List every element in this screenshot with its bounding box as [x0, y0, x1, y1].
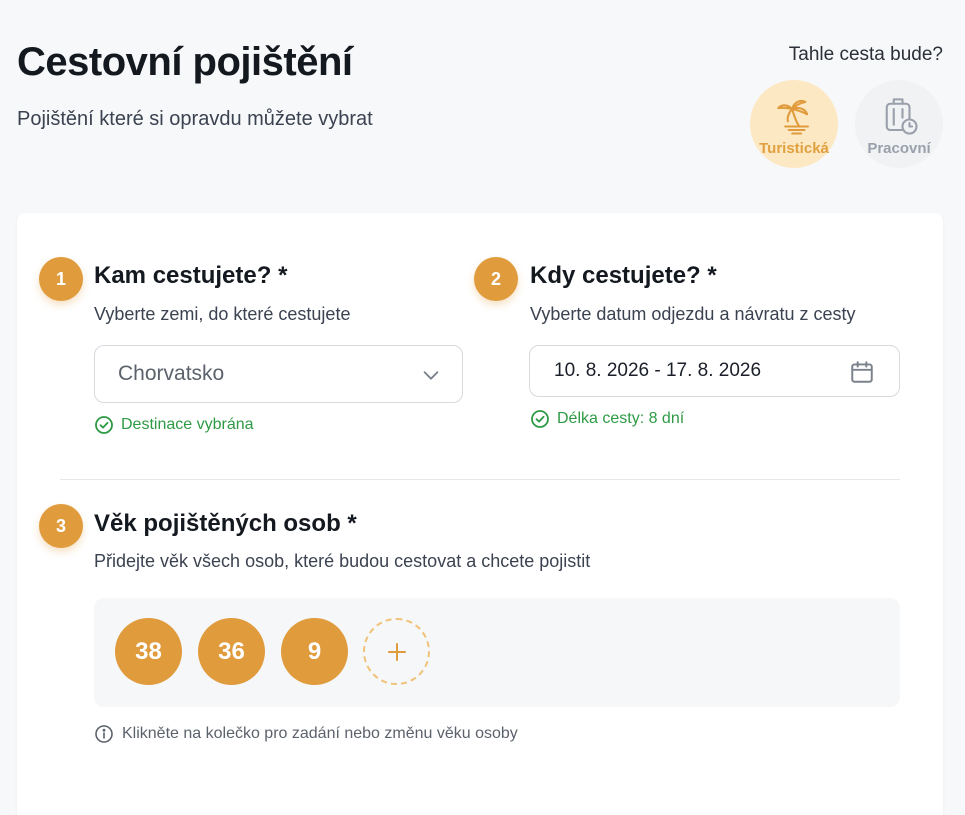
check-circle-icon	[95, 416, 113, 434]
plus-icon	[387, 642, 406, 661]
page-subtitle: Pojištění které si opravdu můžete vybrat	[17, 108, 373, 130]
step-3-badge: 3	[39, 504, 83, 548]
add-person-button[interactable]	[363, 618, 430, 685]
trip-type-question: Tahle cesta bude?	[788, 44, 943, 65]
trip-type-tourist-button[interactable]: Turistická	[750, 80, 838, 168]
date-range-input[interactable]: 10. 8. 2026 - 17. 8. 2026	[529, 345, 900, 397]
palm-beach-icon	[777, 99, 810, 135]
trip-type-work-button[interactable]: Pracovní	[855, 80, 943, 168]
ages-hint: Klikněte na kolečko pro zadání nebo změn…	[94, 724, 518, 744]
dates-title: Kdy cestujete? *	[530, 262, 717, 289]
ages-title: Věk pojištěných osob *	[94, 510, 357, 537]
age-person-1-button[interactable]: 38	[115, 618, 182, 685]
destination-status: Destinace vybrána	[94, 415, 254, 435]
ages-hint-text: Klikněte na kolečko pro zadání nebo změn…	[122, 725, 518, 742]
age-person-3-button[interactable]: 9	[281, 618, 348, 685]
check-circle-icon	[531, 410, 549, 428]
dates-status-text: Délka cesty: 8 dní	[557, 410, 685, 427]
trip-type-tourist-label: Turistická	[759, 140, 829, 157]
destination-description: Vyberte zemi, do které cestujete	[94, 304, 351, 324]
date-range-value: 10. 8. 2026 - 17. 8. 2026	[554, 360, 762, 381]
age-person-2-button[interactable]: 36	[198, 618, 265, 685]
step-2-badge: 2	[474, 257, 518, 301]
destination-select[interactable]: Chorvatsko	[94, 345, 463, 403]
step-1-badge: 1	[39, 257, 83, 301]
dates-description: Vyberte datum odjezdu a návratu z cesty	[530, 304, 856, 324]
ages-description: Přidejte věk všech osob, které budou ces…	[94, 551, 591, 571]
luggage-clock-icon	[885, 98, 918, 135]
destination-select-value: Chorvatsko	[118, 362, 225, 385]
calendar-icon	[851, 361, 873, 383]
destination-title: Kam cestujete? *	[94, 262, 288, 289]
ages-panel: 38 36 9	[94, 598, 900, 707]
chevron-down-icon	[423, 371, 439, 380]
page-title: Cestovní pojištění	[17, 40, 353, 84]
trip-type-work-label: Pracovní	[867, 140, 931, 157]
section-divider	[60, 479, 900, 480]
dates-status: Délka cesty: 8 dní	[530, 409, 684, 429]
info-icon	[95, 725, 113, 743]
destination-status-text: Destinace vybrána	[121, 416, 254, 433]
